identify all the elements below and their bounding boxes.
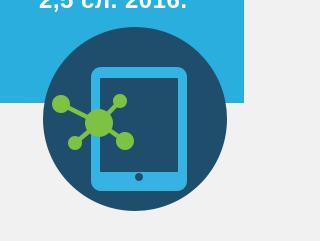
feature-illustration-graphic [43,27,227,211]
headline: 2,5 сл. 2016. [39,0,188,14]
feature-illustration [43,27,228,212]
